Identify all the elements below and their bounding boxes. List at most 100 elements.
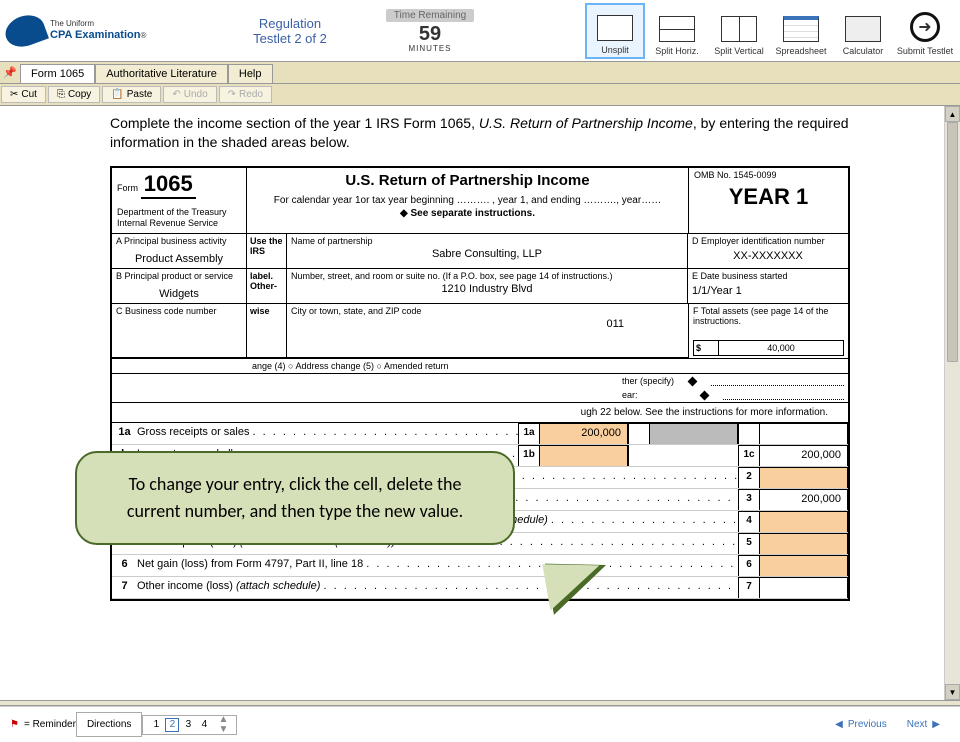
line-box- [738,423,760,444]
line-h2: ear: [112,388,848,402]
line-box-2: 2 [738,467,760,488]
line-val-5[interactable] [760,533,848,554]
tab-help[interactable]: Help [228,64,273,83]
paste-button[interactable]: 📋Paste [102,86,161,103]
cut-button[interactable]: ✂Cut [1,86,46,103]
line-val-1a[interactable]: 200,000 [540,423,628,444]
split-horiz-button[interactable]: Split Horiz. [647,3,707,59]
tab-bar: 📌 Form 1065 Authoritative Literature Hel… [0,62,960,84]
logo: The Uniform CPA Examination® [5,16,215,46]
spreadsheet-button[interactable]: Spreadsheet [771,3,831,59]
diamond-icon [699,390,709,400]
timer: Time Remaining 59 MINUTES [365,9,495,53]
income-line-1a: 1aGross receipts or sales 1a200,000 [112,423,848,445]
scrollbar[interactable]: ▲ ▼ [944,106,960,700]
split-vert-icon [721,16,757,42]
arrow-left-icon: ◀ [835,719,843,730]
timer-label: Time Remaining [386,9,474,22]
caution-line: ugh 22 below. See the instructions for m… [112,402,848,423]
scroll-thumb[interactable] [947,122,958,362]
calculator-icon [845,16,881,42]
line-val-1b[interactable] [540,445,628,466]
form-header-left: Form 1065 Department of the Treasury Int… [112,168,247,233]
form-title: U.S. Return of Partnership Income For ca… [247,168,688,233]
income-line-7: 7Other income (loss) (attach schedule) 7 [112,577,848,599]
content-area: Complete the income section of the year … [0,106,960,700]
previous-button[interactable]: ◀Previous [825,713,897,736]
reminder-flag-icon: ⚑ [10,719,19,730]
split-vertical-button[interactable]: Split Vertical [709,3,769,59]
partnership-name: Name of partnershipSabre Consulting, LLP [287,234,688,268]
line-box-6: 6 [738,555,760,576]
arrow-right-icon: ▶ [932,719,940,730]
tab-form-1065[interactable]: Form 1065 [20,64,95,83]
scroll-up-icon[interactable]: ▲ [945,106,960,122]
line-val-2[interactable] [760,467,848,488]
page-navigator: 1 2 3 4 ▲▼ [142,715,237,735]
irs-label-col: Use theIRS [247,234,287,268]
line-box-3: 3 [738,489,760,510]
partnership-city: City or town, state, and ZIP code011 [287,304,688,358]
scroll-down-icon[interactable]: ▼ [945,684,960,700]
line-val-4[interactable] [760,511,848,532]
footer: ⚑ = Reminder Directions 1 2 3 4 ▲▼ ◀Prev… [0,706,960,742]
unsplit-icon [597,15,633,41]
logo-swoosh-icon [1,10,49,52]
form-header-right: OMB No. 1545-0099 YEAR 1 [688,168,848,233]
line-val-3: 200,000 [760,489,848,510]
diamond-icon [688,376,698,386]
line-box-5: 5 [738,533,760,554]
redo-button[interactable]: ↷Redo [219,86,272,103]
line-val- [760,423,848,444]
instructions: Complete the income section of the year … [110,114,850,152]
undo-icon: ↶ [172,89,180,100]
logo-text: The Uniform CPA Examination® [50,20,146,41]
timer-unit: MINUTES [365,44,495,53]
testlet-info: Regulation Testlet 2 of 2 [215,16,365,46]
spreadsheet-icon [783,16,819,42]
line-val-6[interactable] [760,555,848,576]
line-box-7: 7 [738,577,760,598]
box-a: A Principal business activityProduct Ass… [112,234,247,268]
line-text: Other income (loss) (attach schedule) [137,577,738,598]
edit-toolbar: ✂Cut ⎘Copy 📋Paste ↶Undo ↷Redo [0,84,960,106]
header-toolbar: Unsplit Split Horiz. Split Vertical Spre… [585,3,955,59]
line-text: Gross receipts or sales [137,423,518,444]
copy-icon: ⎘ [57,89,65,100]
split-horiz-icon [659,16,695,42]
paste-icon: 📋 [111,89,123,100]
undo-button[interactable]: ↶Undo [163,86,216,103]
copy-button[interactable]: ⎘Copy [48,86,100,103]
calculator-button[interactable]: Calculator [833,3,893,59]
reminder-label: = Reminder [24,719,76,730]
hint-callout: To change your entry, click the cell, de… [75,451,515,545]
line-g: ange (4) ○ Address change (5) ○ Amended … [112,358,848,374]
box-d: D Employer identification numberXX-XXXXX… [688,234,848,268]
line-num: 1a [112,423,137,444]
submit-testlet-button[interactable]: ➜Submit Testlet [895,3,955,59]
line-num: 7 [112,577,137,598]
line-box-4: 4 [738,511,760,532]
income-line-6: 6Net gain (loss) from Form 4797, Part II… [112,555,848,577]
unsplit-button[interactable]: Unsplit [585,3,645,59]
box-e: E Date business started1/1/Year 1 [688,269,848,303]
timer-value: 59 [365,24,495,44]
line-box-1c: 1c [738,445,760,466]
partnership-address: Number, street, and room or suite no. (I… [287,269,688,303]
app-header: The Uniform CPA Examination® Regulation … [0,0,960,62]
line-text: Net gain (loss) from Form 4797, Part II,… [137,555,738,576]
line-val-7 [760,577,848,598]
tab-authoritative-literature[interactable]: Authoritative Literature [95,64,228,83]
submit-icon: ➜ [910,12,940,42]
line-box-1b: 1b [518,445,540,466]
line-val-1c: 200,000 [760,445,848,466]
line-box-1a: 1a [518,423,540,444]
next-button[interactable]: Next▶ [897,713,950,736]
box-c: C Business code number [112,304,247,358]
line-h1: ther (specify) [112,374,848,388]
directions-button[interactable]: Directions [76,712,142,737]
box-f: F Total assets (see page 14 of the instr… [688,304,848,358]
content-scroll[interactable]: Complete the income section of the year … [0,106,960,700]
pin-icon: 📌 [0,62,20,83]
line-num: 6 [112,555,137,576]
